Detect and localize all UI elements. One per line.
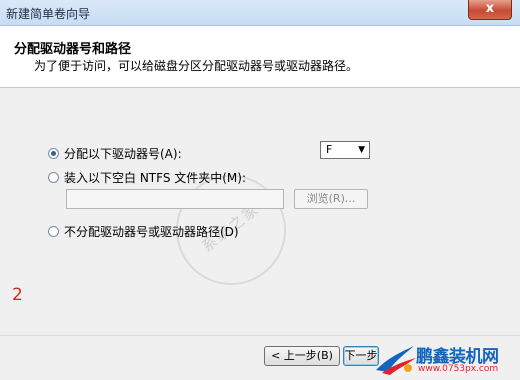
chevron-down-icon: ▼ bbox=[358, 145, 365, 155]
drive-letter-select[interactable]: F ▼ bbox=[320, 141, 370, 159]
wizard-header: 分配驱动器号和路径 为了便于访问，可以给磁盘分区分配驱动器号或驱动器路径。 bbox=[0, 26, 520, 88]
page-title: 分配驱动器号和路径 bbox=[14, 42, 132, 57]
browse-button[interactable]: 浏览(R)... bbox=[294, 189, 368, 209]
page-subtitle: 为了便于访问，可以给磁盘分区分配驱动器号或驱动器路径。 bbox=[34, 59, 359, 73]
annotation-number: 2 bbox=[12, 285, 23, 305]
option-label: 不分配驱动器号或驱动器路径(D) bbox=[64, 225, 239, 239]
option-assign-drive-letter[interactable]: 分配以下驱动器号(A): bbox=[48, 145, 182, 162]
title-bar: 新建简单卷向导 x bbox=[0, 0, 520, 26]
wizard-content: 系统之家 分配以下驱动器号(A): F ▼ 装入以下空白 NTFS 文件夹中(M… bbox=[0, 89, 520, 335]
folder-path-input[interactable] bbox=[66, 189, 284, 209]
option-no-drive-letter[interactable]: 不分配驱动器号或驱动器路径(D) bbox=[48, 223, 239, 240]
option-label: 分配以下驱动器号(A): bbox=[64, 147, 182, 161]
swoosh-logo-icon bbox=[376, 346, 416, 375]
window-title: 新建简单卷向导 bbox=[6, 7, 91, 21]
logo-url: www.0753px.com bbox=[418, 364, 499, 374]
close-button[interactable]: x bbox=[468, 0, 512, 20]
radio-assign-drive-letter[interactable] bbox=[48, 148, 59, 159]
option-mount-folder[interactable]: 装入以下空白 NTFS 文件夹中(M): bbox=[48, 169, 246, 186]
site-logo: 鹏鑫装机网 www.0753px.com bbox=[374, 340, 520, 380]
radio-mount-folder[interactable] bbox=[48, 172, 59, 183]
radio-no-drive-letter[interactable] bbox=[48, 226, 59, 237]
close-icon: x bbox=[485, 1, 495, 16]
back-button[interactable]: < 上一步(B) bbox=[264, 346, 340, 366]
drive-letter-value: F bbox=[326, 143, 333, 156]
option-label: 装入以下空白 NTFS 文件夹中(M): bbox=[64, 171, 247, 185]
